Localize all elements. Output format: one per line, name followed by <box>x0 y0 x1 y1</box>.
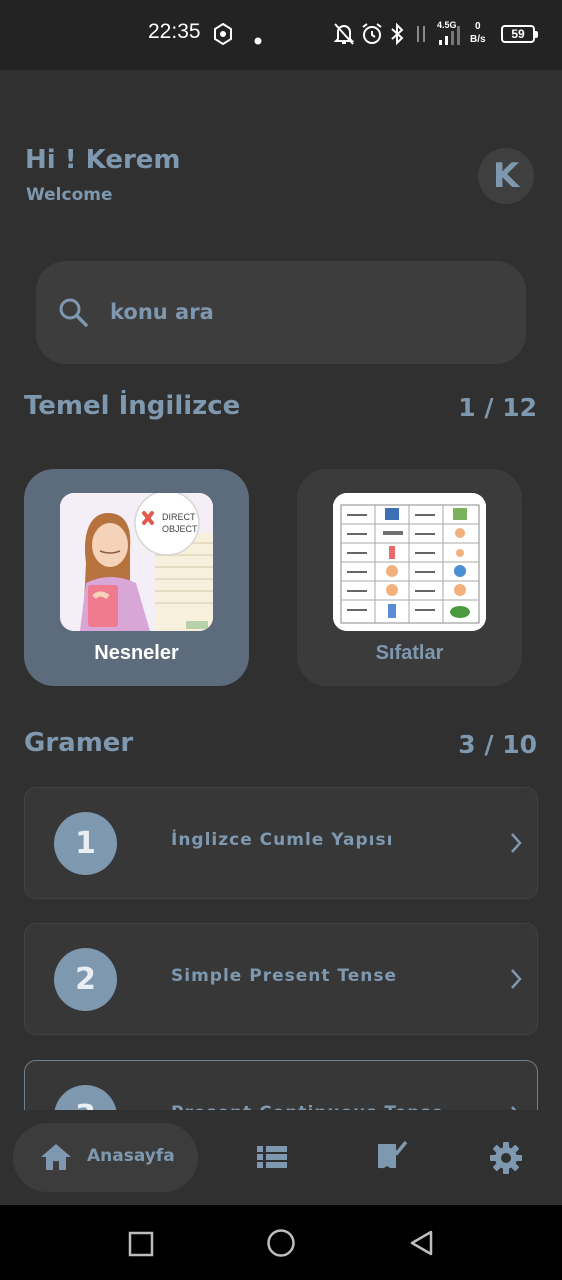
status-time: 22:35 <box>148 20 201 43</box>
lesson-title: Simple Present Tense <box>171 966 398 986</box>
nav-home-label: Anasayfa <box>87 1146 175 1166</box>
greeting-title: Hi ! Kerem <box>25 145 181 175</box>
battery-indicator: 59 <box>501 25 538 43</box>
nav-home-button[interactable]: Anasayfa <box>13 1123 198 1192</box>
silent-bell-icon <box>333 22 355 50</box>
card-label: Nesneler <box>94 642 179 664</box>
section-count-basics: 1 / 12 <box>458 393 537 422</box>
sifatlar-thumbnail <box>333 493 486 631</box>
net-speed-unit: B/s <box>470 34 486 45</box>
nesneler-thumbnail: DIRECT OBJECT <box>60 493 213 631</box>
home-icon <box>39 1142 73 1176</box>
bluetooth-icon <box>389 22 405 50</box>
signal-icon <box>438 24 462 50</box>
welcome-subtitle: Welcome <box>26 185 113 205</box>
section-title-basics: Temel İngilizce <box>24 391 241 421</box>
section-title-grammar: Gramer <box>24 728 134 758</box>
search-input[interactable] <box>110 291 490 333</box>
topic-card-sifatlar[interactable]: Sıfatlar <box>297 469 522 686</box>
alarm-icon <box>360 22 384 50</box>
status-bar: 22:35 4.5G 0 B/s 59 <box>0 0 562 70</box>
lesson-number-badge: 2 <box>54 948 117 1011</box>
avatar[interactable]: K <box>478 148 534 204</box>
gear-icon[interactable] <box>489 1141 523 1179</box>
home-circle-icon[interactable] <box>266 1228 296 1262</box>
section-count-grammar: 3 / 10 <box>458 730 537 759</box>
data-arrows-icon <box>414 22 428 50</box>
bookmark-check-icon[interactable] <box>376 1140 408 1178</box>
card-label: Sıfatlar <box>375 642 444 664</box>
notification-dot-icon <box>254 30 262 49</box>
net-speed: 0 B/s <box>470 20 486 46</box>
thumbnail-text-object: OBJECT <box>162 524 198 534</box>
back-triangle-icon[interactable] <box>408 1229 434 1261</box>
search-icon <box>58 297 88 331</box>
lesson-item-2[interactable]: 2 Simple Present Tense <box>24 923 538 1035</box>
chevron-right-icon <box>509 831 523 859</box>
app-notification-icon <box>213 22 233 49</box>
app-screen: Hi ! Kerem Welcome K Temel İngilizce 1 /… <box>0 70 562 1205</box>
search-bar[interactable] <box>36 261 526 364</box>
topic-card-nesneler[interactable]: DIRECT OBJECT Nesneler <box>24 469 249 686</box>
recent-apps-icon[interactable] <box>128 1231 154 1261</box>
lesson-item-1[interactable]: 1 İnglizce Cumle Yapısı <box>24 787 538 899</box>
list-icon[interactable] <box>256 1144 288 1174</box>
system-navigation-bar <box>0 1205 562 1280</box>
lesson-number-badge: 1 <box>54 812 117 875</box>
lesson-title: İnglizce Cumle Yapısı <box>171 830 394 850</box>
chevron-right-icon <box>509 967 523 995</box>
thumbnail-text-direct: DIRECT <box>162 512 196 522</box>
bottom-navigation: Anasayfa <box>0 1110 562 1205</box>
net-speed-value: 0 <box>475 21 481 32</box>
